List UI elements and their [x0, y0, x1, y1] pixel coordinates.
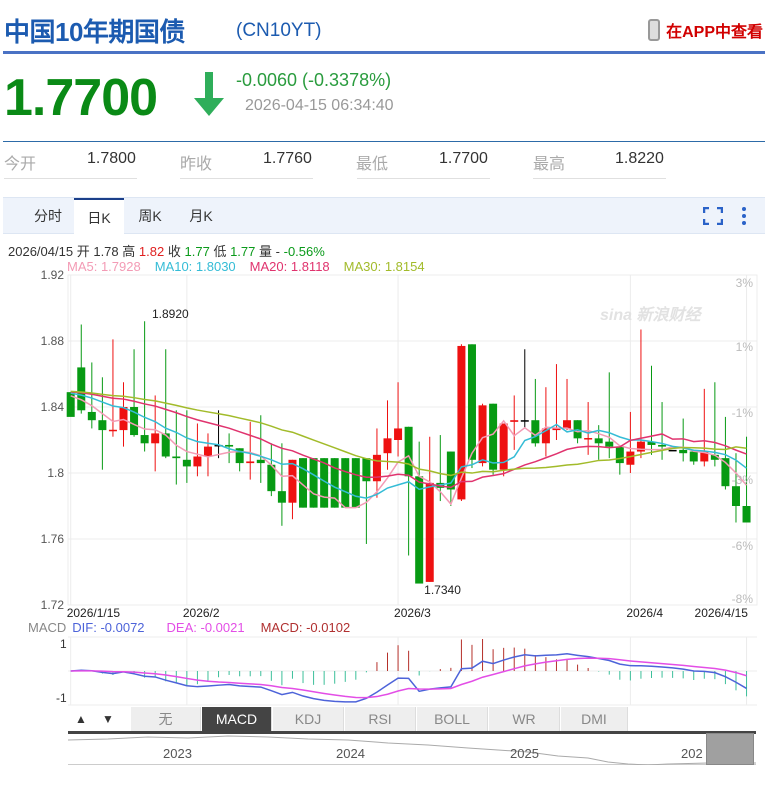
- navigator-year: 2025: [510, 746, 539, 761]
- candle-body: [689, 451, 698, 462]
- x-tick-label: 2026/2: [183, 606, 220, 620]
- candle-body: [478, 405, 487, 464]
- candle-body: [288, 459, 297, 503]
- candle-body: [415, 476, 424, 584]
- candle-body: [151, 433, 160, 444]
- candle-body: [98, 420, 107, 431]
- macd-legend: MACD DIF: -0.0072 DEA: -0.0021 MACD: -0.010…: [28, 620, 351, 635]
- candle-body: [404, 426, 413, 477]
- indicator-rsi[interactable]: RSI: [345, 707, 416, 732]
- pct-tick-label: -1%: [732, 406, 754, 420]
- x-tick-label: 2026/1/15: [67, 606, 121, 620]
- indicator-none[interactable]: 无: [131, 707, 201, 732]
- candle-body: [679, 449, 688, 454]
- candle-body: [309, 458, 318, 508]
- candle-body: [394, 428, 403, 440]
- max-price-label: 1.8920: [152, 307, 189, 321]
- navigator-year: 202: [681, 746, 703, 761]
- candle-body: [383, 438, 392, 454]
- y-tick-label: 1.84: [41, 400, 65, 414]
- pct-tick-label: -8%: [732, 592, 754, 606]
- candle-body: [467, 344, 476, 460]
- candle-body: [489, 403, 498, 470]
- y-tick-label: 1.92: [41, 268, 65, 282]
- candle-body: [531, 420, 540, 444]
- x-tick-label: 2026/4: [626, 606, 663, 620]
- candle-body: [87, 411, 96, 421]
- candle-body: [77, 367, 86, 411]
- candle-body: [520, 420, 529, 422]
- y-tick-label: 1.8: [47, 466, 64, 480]
- indicator-kdj[interactable]: KDJ: [273, 707, 344, 732]
- candle-body: [140, 435, 149, 444]
- indicator-wr[interactable]: WR: [489, 707, 560, 732]
- pct-tick-label: -3%: [732, 473, 754, 487]
- candle-body: [584, 438, 593, 440]
- y-tick-label: 1.88: [41, 334, 65, 348]
- pct-tick-label: -6%: [732, 539, 754, 553]
- navigator-year: 2024: [336, 746, 365, 761]
- watermark: sina 新浪财经: [600, 306, 702, 324]
- candle-body: [658, 444, 667, 447]
- y-tick-label: 1.72: [41, 598, 65, 612]
- candle-body: [119, 407, 128, 431]
- candle-body: [626, 451, 635, 465]
- range-navigator[interactable]: 2023 2024 2025 202: [68, 731, 756, 765]
- candle-body: [277, 491, 286, 503]
- candle-body: [510, 420, 519, 422]
- indicator-dmi[interactable]: DMI: [561, 707, 628, 732]
- pct-tick-label: 3%: [736, 276, 754, 290]
- candle-body: [563, 420, 572, 429]
- y-tick-label: 1.76: [41, 532, 65, 546]
- candle-body: [182, 459, 191, 467]
- candle-body: [668, 449, 677, 452]
- candle-body: [615, 446, 624, 464]
- navigator-year: 2023: [163, 746, 192, 761]
- candle-body: [742, 506, 751, 523]
- scroll-up-button[interactable]: ▲: [68, 707, 94, 732]
- candle-body: [246, 461, 255, 464]
- x-tick-label: 2026/3: [394, 606, 431, 620]
- scroll-down-button[interactable]: ▼: [95, 707, 121, 732]
- candle-body: [108, 429, 117, 432]
- candle-body: [351, 458, 360, 508]
- candle-body: [225, 444, 234, 447]
- pct-tick-label: 1%: [736, 340, 754, 354]
- candle-body: [731, 486, 740, 506]
- candle-body: [605, 441, 614, 447]
- indicator-boll[interactable]: BOLL: [417, 707, 488, 732]
- candle-body: [256, 459, 265, 464]
- indicator-macd[interactable]: MACD: [202, 707, 272, 732]
- min-price-label: 1.7340: [424, 583, 461, 597]
- navigator-handle[interactable]: [706, 733, 754, 765]
- candle-body: [425, 482, 434, 582]
- candle-body: [172, 456, 181, 459]
- candle-body: [193, 456, 202, 467]
- candle-body: [341, 458, 350, 508]
- x-tick-label: 2026/4/15: [695, 606, 749, 620]
- candle-body: [203, 446, 212, 457]
- kline-chart[interactable]: sina 新浪财经 1.92 1.88 1.84 1.8 1.76 1.72 3% 1% -1%…: [0, 0, 777, 795]
- candle-body: [594, 438, 603, 444]
- macd-tick: 1: [60, 637, 67, 651]
- macd-tick: -1: [56, 691, 67, 705]
